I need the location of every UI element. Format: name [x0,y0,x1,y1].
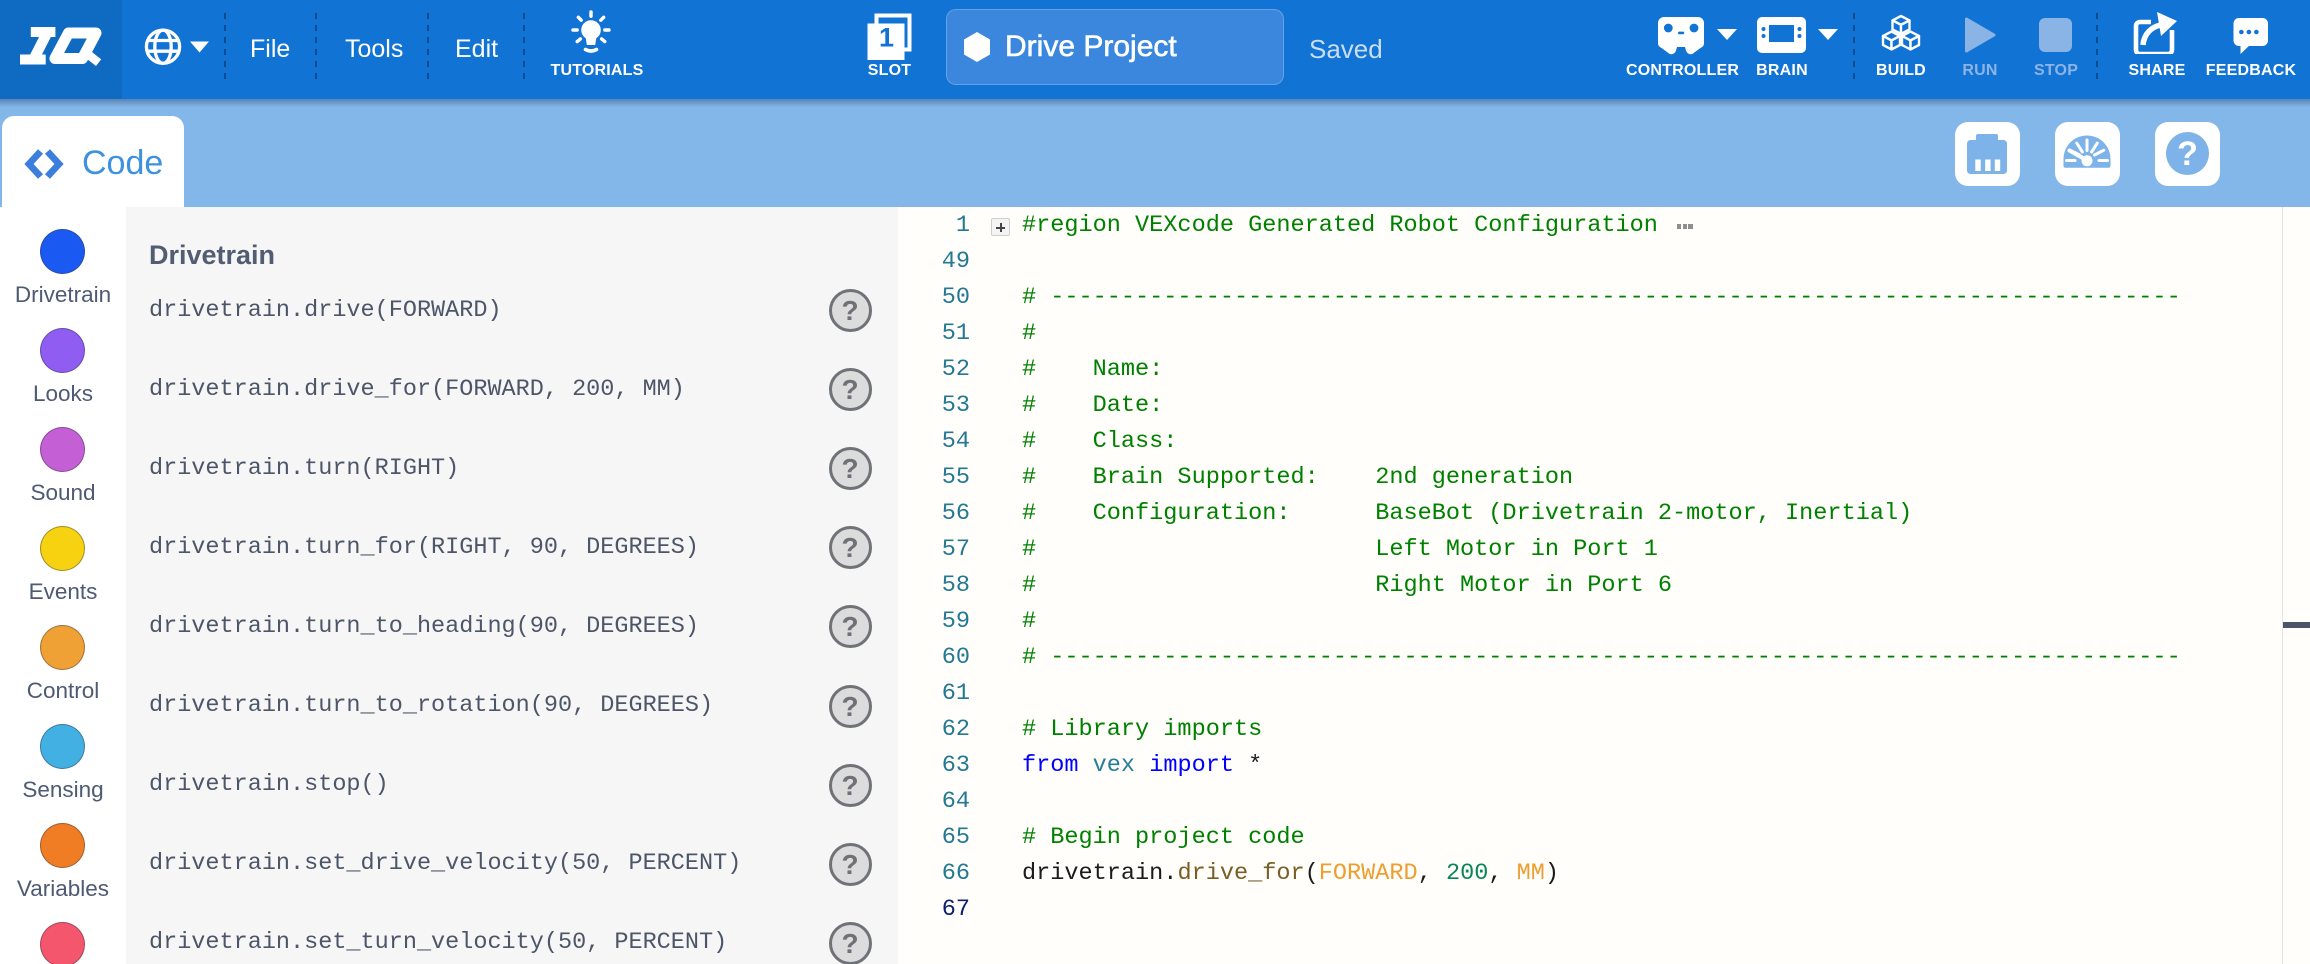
svg-text:1: 1 [879,23,894,53]
